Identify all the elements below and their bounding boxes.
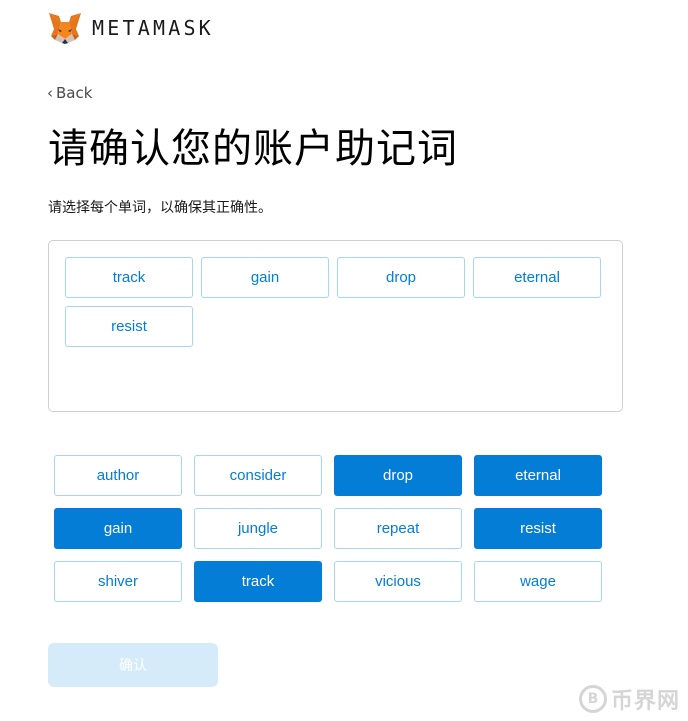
word-bank-chip[interactable]: eternal bbox=[474, 455, 602, 496]
page-title: 请确认您的账户助记词 bbox=[48, 126, 458, 172]
page: METAMASK ‹ Back 请确认您的账户助记词 请选择每个单词，以确保其正… bbox=[0, 0, 688, 721]
page-subtitle: 请选择每个单词，以确保其正确性。 bbox=[48, 200, 272, 216]
word-bank-chip[interactable]: author bbox=[54, 455, 182, 496]
confirm-button[interactable]: 确认 bbox=[48, 643, 218, 687]
word-bank-chip[interactable]: track bbox=[194, 561, 322, 602]
word-bank-chip[interactable]: consider bbox=[194, 455, 322, 496]
word-bank-chip[interactable]: gain bbox=[54, 508, 182, 549]
word-bank-chip[interactable]: vicious bbox=[334, 561, 462, 602]
word-bank-chip[interactable]: repeat bbox=[334, 508, 462, 549]
header: METAMASK bbox=[48, 10, 214, 46]
word-bank-chip[interactable]: wage bbox=[474, 561, 602, 602]
selected-word-chip[interactable]: drop bbox=[337, 257, 465, 298]
word-bank-chip[interactable]: shiver bbox=[54, 561, 182, 602]
back-label: Back bbox=[56, 84, 93, 102]
back-link[interactable]: ‹ Back bbox=[47, 84, 92, 102]
watermark: B 币界网 bbox=[578, 683, 680, 715]
watermark-text: 币界网 bbox=[610, 689, 680, 714]
selected-word-chip[interactable]: resist bbox=[65, 306, 193, 347]
selected-word-chip[interactable]: gain bbox=[201, 257, 329, 298]
watermark-coin-icon: B bbox=[578, 685, 607, 713]
metamask-fox-icon bbox=[49, 13, 81, 44]
selected-words-box: track gain drop eternal resist bbox=[48, 240, 623, 412]
word-bank-chip[interactable]: drop bbox=[334, 455, 462, 496]
selected-word-chip[interactable]: track bbox=[65, 257, 193, 298]
brand-name: METAMASK bbox=[92, 16, 214, 40]
chevron-left-icon: ‹ bbox=[47, 84, 53, 102]
word-bank-chip[interactable]: resist bbox=[474, 508, 602, 549]
selected-word-chip[interactable]: eternal bbox=[473, 257, 601, 298]
word-bank-chip[interactable]: jungle bbox=[194, 508, 322, 549]
